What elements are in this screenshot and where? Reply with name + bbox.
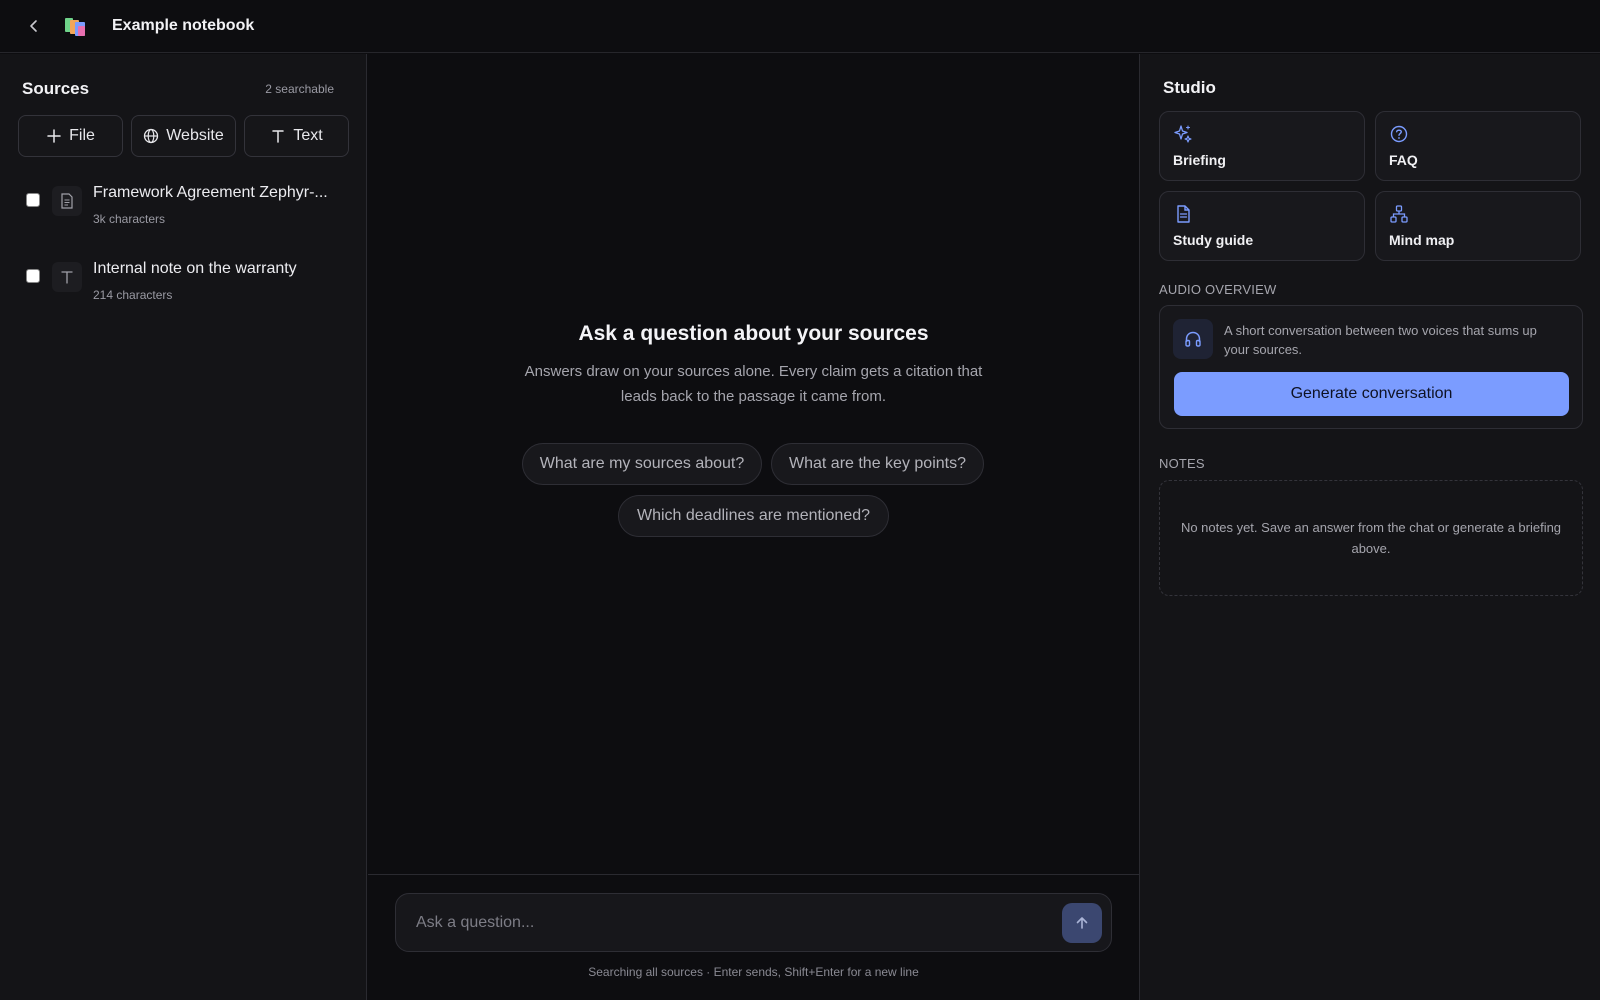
suggestion-chip[interactable]: What are my sources about? (522, 443, 762, 485)
add-website-label: Website (166, 127, 224, 144)
text-icon (272, 130, 285, 143)
headphones-icon (1173, 319, 1213, 359)
document-icon (52, 186, 82, 216)
audio-overview-label: AUDIO OVERVIEW (1159, 282, 1277, 297)
top-bar: Example notebook (0, 0, 1600, 53)
composer (395, 893, 1112, 952)
composer-hint: Searching all sources · Enter sends, Shi… (588, 965, 919, 979)
plus-icon (47, 129, 61, 143)
source-item[interactable]: Internal note on the warranty 214 charac… (22, 260, 352, 316)
sources-count: 2 searchable (265, 82, 334, 96)
notes-label: NOTES (1159, 456, 1205, 471)
empty-state-title: Ask a question about your sources (578, 322, 929, 345)
back-button[interactable] (22, 14, 46, 38)
arrow-up-icon (1076, 917, 1088, 929)
tile-label: Study guide (1173, 232, 1254, 248)
studio-panel: Studio Briefing FAQ Study guide Mind map… (1139, 54, 1600, 1000)
source-meta: 3k characters (93, 212, 166, 226)
notebook-title: Example notebook (112, 17, 255, 34)
add-file-button[interactable]: File (18, 115, 123, 157)
source-name: Framework Agreement Zephyr-... (93, 184, 328, 201)
faq-tile[interactable]: FAQ (1375, 111, 1581, 181)
mind-map-tile[interactable]: Mind map (1375, 191, 1581, 261)
help-circle-icon (1390, 125, 1408, 143)
notes-empty-state: No notes yet. Save an answer from the ch… (1159, 480, 1583, 596)
studio-title: Studio (1163, 78, 1216, 97)
study-guide-tile[interactable]: Study guide (1159, 191, 1365, 261)
audio-description: A short conversation between two voices … (1224, 323, 1537, 357)
add-text-label: Text (293, 127, 323, 144)
add-text-button[interactable]: Text (244, 115, 349, 157)
chevron-left-icon (30, 20, 37, 32)
add-file-label: File (69, 127, 95, 144)
notebook-logo-icon (65, 18, 85, 36)
sources-panel: Sources 2 searchable File Website Text F… (0, 54, 367, 1000)
add-website-button[interactable]: Website (131, 115, 236, 157)
document-icon (1177, 205, 1190, 223)
tile-label: FAQ (1389, 152, 1418, 168)
briefing-tile[interactable]: Briefing (1159, 111, 1365, 181)
tile-label: Mind map (1389, 232, 1455, 248)
generate-conversation-button[interactable]: Generate conversation (1174, 372, 1569, 416)
notes-empty-text: No notes yet. Save an answer from the ch… (1180, 520, 1562, 556)
source-item[interactable]: Framework Agreement Zephyr-... 3k charac… (22, 184, 352, 240)
sparkles-icon (1174, 125, 1192, 143)
chat-panel: Ask a question about your sources Answer… (368, 54, 1139, 1000)
audio-overview-card: A short conversation between two voices … (1159, 305, 1583, 429)
question-input[interactable] (416, 894, 1036, 951)
empty-state-subtitle: Answers draw on your sources alone. Ever… (524, 363, 983, 405)
add-source-row: File Website Text (18, 115, 349, 157)
composer-area: Searching all sources · Enter sends, Shi… (368, 874, 1139, 1000)
suggestion-chip[interactable]: Which deadlines are mentioned? (618, 495, 889, 537)
source-name: Internal note on the warranty (93, 260, 297, 277)
send-button[interactable] (1062, 903, 1102, 943)
source-checkbox[interactable] (26, 269, 40, 283)
tile-label: Briefing (1173, 152, 1226, 168)
globe-icon (144, 128, 159, 144)
source-checkbox[interactable] (26, 193, 40, 207)
suggestion-chip[interactable]: What are the key points? (771, 443, 984, 485)
network-icon (1390, 205, 1408, 223)
sources-title: Sources (22, 79, 90, 98)
source-meta: 214 characters (93, 288, 173, 302)
text-icon (52, 262, 82, 292)
